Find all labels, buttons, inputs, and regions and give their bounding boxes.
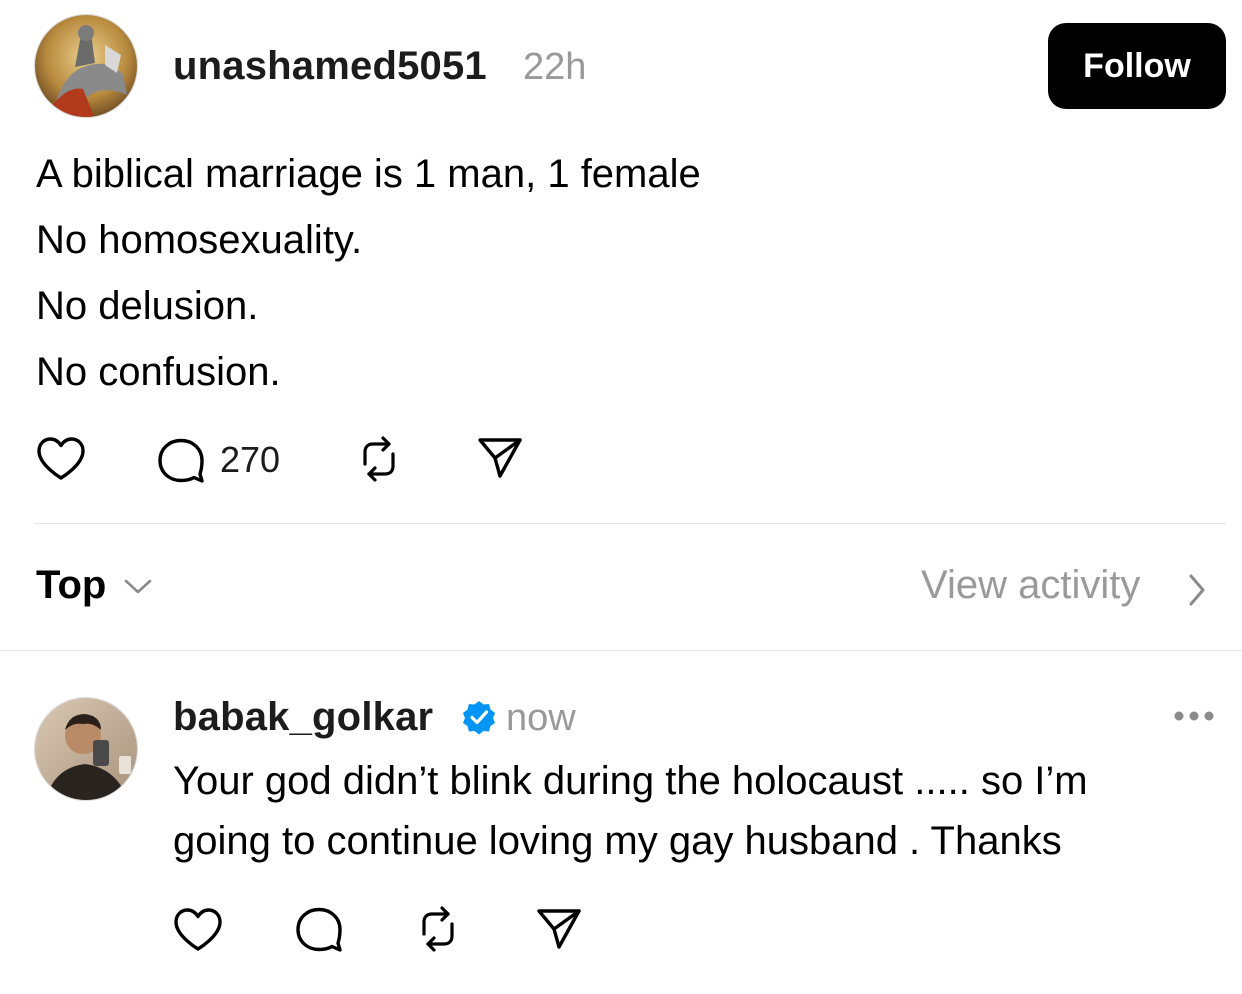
chevron-down-icon[interactable] [123,577,153,597]
repost-button[interactable] [355,434,403,484]
reply-text-line: Your god didn’t blink during the holocau… [173,759,1088,803]
section-divider [0,650,1242,651]
reply-like-button[interactable] [173,907,223,953]
comment-icon [296,907,342,952]
follow-button[interactable]: Follow [1048,23,1226,109]
post-divider [34,523,1226,524]
more-icon[interactable] [1172,708,1216,724]
post-text-line: No delusion. [36,284,259,328]
reply-share-button[interactable] [535,907,583,951]
post-text-line: No homosexuality. [36,218,363,262]
view-activity-link[interactable]: View activity [921,563,1140,608]
sort-selector[interactable]: Top [36,563,106,608]
repost-icon [422,906,454,952]
heart-icon [174,908,222,951]
share-icon [478,438,522,478]
share-icon [537,909,581,949]
post-timestamp: 22h [523,46,587,88]
post-author-avatar[interactable] [34,14,138,118]
share-button[interactable] [476,436,524,480]
reply-author-avatar[interactable] [34,697,138,801]
post-text-line: No confusion. [36,350,281,394]
heart-icon [37,437,85,480]
like-button[interactable] [36,436,86,482]
reply-username[interactable]: babak_golkar [173,695,433,740]
comment-count: 270 [220,439,281,480]
verified-badge-icon [463,701,495,735]
comment-icon [158,438,204,483]
reply-comment-button[interactable] [294,905,344,953]
reply-text-line: going to continue loving my gay husband … [173,819,1062,863]
chevron-right-icon[interactable] [1186,572,1208,608]
post-text-line: A biblical marriage is 1 man, 1 female [36,152,701,196]
post-username[interactable]: unashamed5051 [173,44,487,89]
reply-timestamp: now [506,697,576,739]
comment-button[interactable]: 270 [156,436,280,484]
repost-icon [363,436,395,482]
reply-repost-button[interactable] [414,904,462,954]
